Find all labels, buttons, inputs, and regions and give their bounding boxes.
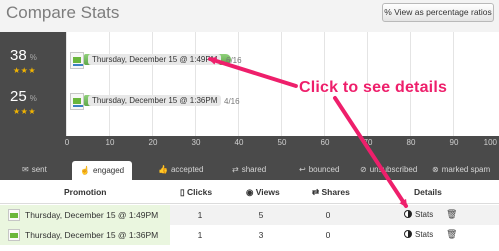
column-details: Details — [414, 187, 442, 197]
column-shares[interactable]: ⇄ Shares — [312, 187, 350, 198]
x-tick-label: 90 — [449, 138, 459, 147]
x-tick-label: 60 — [320, 138, 330, 147]
x-tick-label: 0 — [64, 138, 70, 147]
percentage-value: 38 — [10, 47, 27, 64]
promotion-name: Thursday, December 15 @ 1:36PM — [25, 230, 159, 240]
clicks-value: 1 — [197, 210, 203, 220]
gridline — [238, 32, 239, 136]
annotation-callout: Click to see details — [299, 79, 448, 96]
envelope-icon: ✉ — [22, 165, 29, 174]
rating-stars: ★★★ — [13, 66, 37, 75]
gridline — [66, 32, 67, 136]
bar-fraction: 4/16 — [224, 97, 240, 106]
tab-unsubscribed[interactable]: ⊘ unsubscribed — [360, 164, 417, 180]
trash-icon[interactable]: 🗑 — [446, 229, 457, 240]
views-value: 3 — [258, 230, 264, 240]
clicks-value: 1 — [197, 230, 203, 240]
views-value: 5 — [258, 210, 264, 220]
x-tick-label: 100 — [483, 138, 497, 147]
bar-fraction: 6/16 — [226, 56, 242, 65]
unsubscribe-icon: ⊘ — [360, 165, 367, 174]
shares-value: 0 — [325, 210, 331, 220]
x-tick-label: 40 — [234, 138, 244, 147]
tab-sent[interactable]: ✉ sent — [22, 164, 47, 180]
percent-unit: % — [29, 94, 37, 103]
tab-accepted[interactable]: 👍 accepted — [158, 164, 203, 180]
eye-icon: ◉ — [246, 187, 256, 197]
x-tick-label: 10 — [105, 138, 115, 147]
table-row: Thursday, December 15 @ 1:36PM 1 3 0 Sta… — [0, 225, 499, 245]
header-bar: Compare Stats % View as percentage ratio… — [0, 0, 499, 32]
promotion-thumbnail — [8, 209, 20, 221]
finger-icon: ☝ — [80, 166, 90, 175]
row-percentage: 38% — [10, 47, 37, 65]
pie-chart-icon — [404, 230, 412, 238]
x-tick-label: 80 — [406, 138, 416, 147]
pie-chart-icon — [404, 210, 412, 218]
column-promotion[interactable]: Promotion — [64, 187, 107, 197]
tab-marked-spam[interactable]: ⊗ marked spam — [432, 164, 490, 180]
clicks-icon: ▯ — [180, 187, 188, 197]
promotion-thumbnail[interactable] — [70, 93, 84, 110]
promotion-cell[interactable]: Thursday, December 15 @ 1:36PM — [0, 225, 170, 245]
table-row: Thursday, December 15 @ 1:49PM 1 5 0 Sta… — [0, 205, 499, 225]
x-tick-label: 20 — [148, 138, 158, 147]
gridline — [109, 32, 110, 136]
x-tick-label: 30 — [191, 138, 201, 147]
page-title: Compare Stats — [6, 3, 120, 22]
gridline — [281, 32, 282, 136]
percentage-value: 25 — [10, 88, 27, 105]
column-views[interactable]: ◉ Views — [246, 187, 280, 198]
stats-link[interactable]: Stats — [404, 210, 433, 219]
row-percentage: 25% — [10, 88, 37, 106]
percent-unit: % — [29, 53, 37, 62]
tab-shared[interactable]: ⇄ shared — [232, 164, 266, 180]
bounce-icon: ↩ — [299, 165, 306, 174]
bar-label: Thursday, December 15 @ 1:36PM — [88, 95, 222, 106]
promotion-thumbnail[interactable] — [70, 52, 84, 69]
metric-tabs: ✉ sent ☝ engaged 👍 accepted ⇄ shared ↩ bounce… — [0, 159, 499, 180]
promotion-name: Thursday, December 15 @ 1:49PM — [25, 210, 159, 220]
gridline — [195, 32, 196, 136]
promotion-cell[interactable]: Thursday, December 15 @ 1:49PM — [0, 205, 170, 225]
tab-bounced[interactable]: ↩ bounced — [299, 164, 339, 180]
x-tick-label: 70 — [363, 138, 373, 147]
stats-link[interactable]: Stats — [404, 230, 433, 239]
promotion-thumbnail — [8, 229, 20, 241]
table-header: Promotion ▯ Clicks ◉ Views ⇄ Shares Deta… — [0, 180, 499, 204]
x-tick-label: 50 — [277, 138, 287, 147]
view-percentage-button[interactable]: % View as percentage ratios — [382, 3, 494, 22]
shares-value: 0 — [325, 230, 331, 240]
gridline — [453, 32, 454, 136]
bar-label: Thursday, December 15 @ 1:49PM — [88, 54, 222, 65]
gridline — [152, 32, 153, 136]
spam-icon: ⊗ — [432, 165, 439, 174]
rating-stars: ★★★ — [13, 107, 37, 116]
thumbs-up-icon: 👍 — [158, 165, 168, 174]
column-clicks[interactable]: ▯ Clicks — [180, 187, 212, 198]
tab-engaged[interactable]: ☝ engaged — [72, 161, 133, 180]
share-icon: ⇄ — [232, 165, 239, 174]
trash-icon[interactable]: 🗑 — [446, 209, 457, 220]
